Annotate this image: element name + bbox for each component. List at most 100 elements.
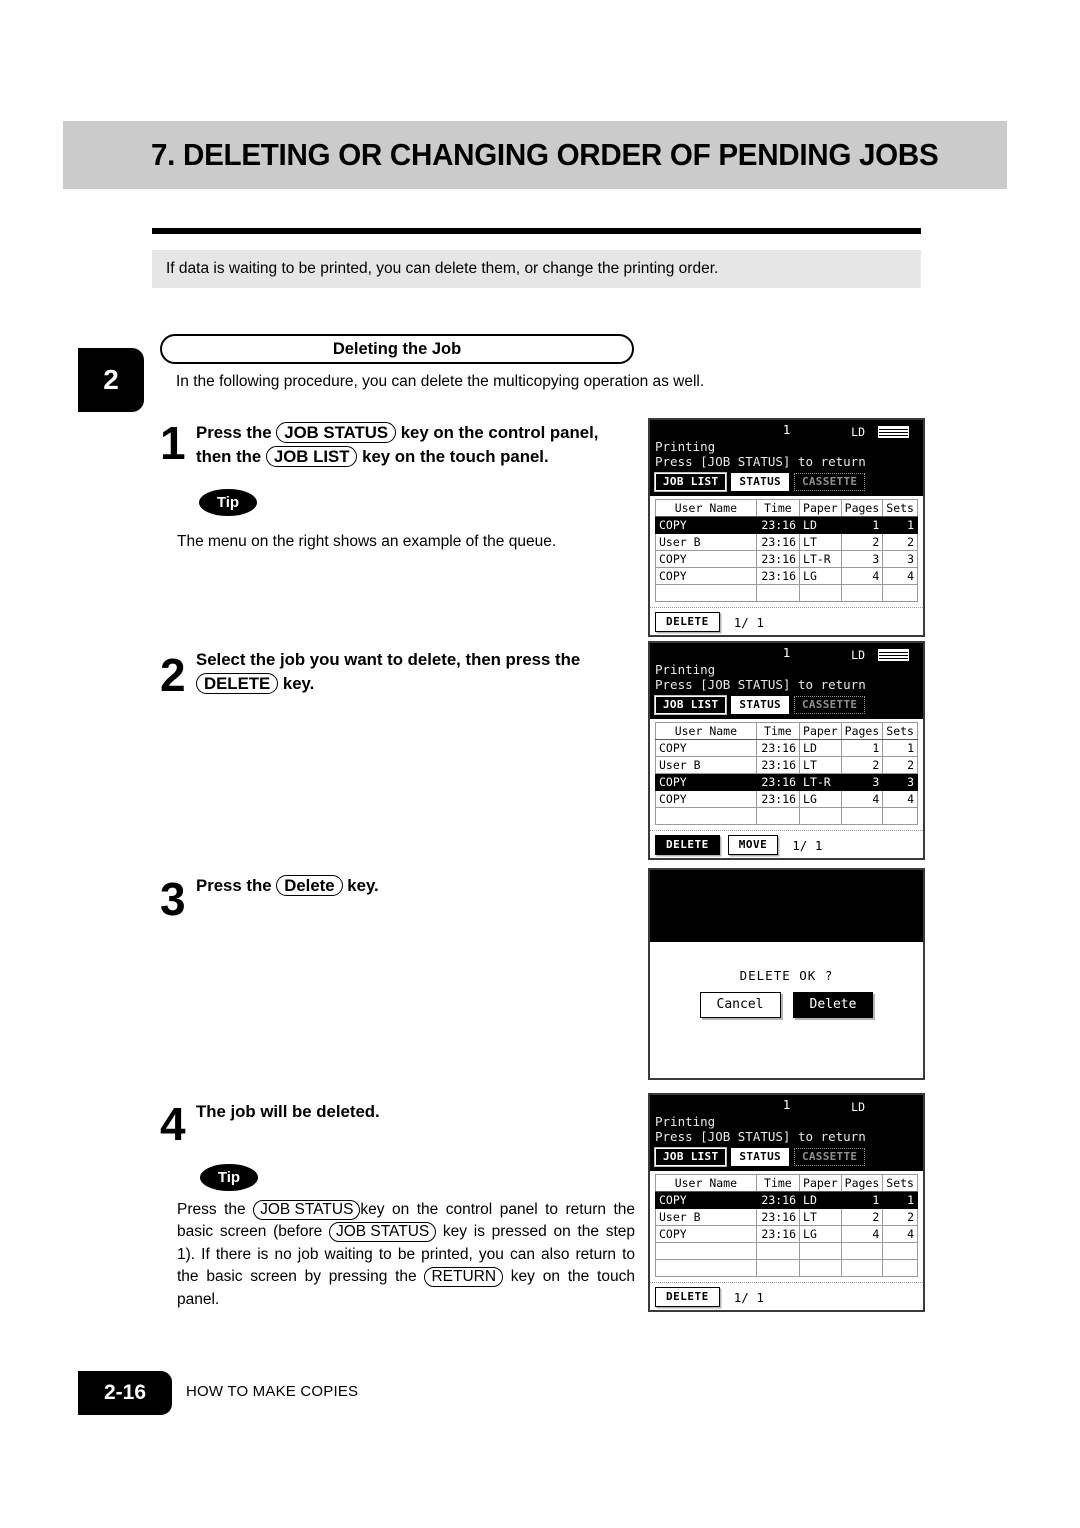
cell-user: COPY <box>655 773 757 792</box>
tab-job-list[interactable]: JOB LIST <box>655 695 727 715</box>
paper-size-label: LD <box>851 648 865 662</box>
tip-text-1: The menu on the right shows an example o… <box>177 533 557 550</box>
tab-status[interactable]: STATUS <box>731 695 789 715</box>
cell-user: User B <box>655 756 757 775</box>
job-status-keycap-3: JOB STATUS <box>328 1222 437 1243</box>
table-row[interactable]: COPY 23:16 LD 1 1 <box>655 739 918 758</box>
subsection-caption-label: Deleting the Job <box>332 339 462 358</box>
table-row[interactable]: COPY 23:16 LD 1 1 <box>655 1191 918 1210</box>
job-status-keycap: JOB STATUS <box>276 422 397 444</box>
lcd-footer-2: DELETE MOVE 1/ 1 <box>650 830 923 859</box>
tab-cassette[interactable]: CASSETTE <box>793 1147 866 1167</box>
subsection-caption: Deleting the Job <box>160 334 634 364</box>
step-1-before: Press the <box>196 423 277 442</box>
cell-pages: 2 <box>840 533 884 552</box>
delete-button[interactable]: DELETE <box>655 1287 720 1308</box>
cell-paper: LD <box>799 739 842 758</box>
step-3-after: key. <box>342 876 379 895</box>
col-paper: Paper <box>799 722 842 741</box>
step-1-line2-before: then the <box>196 446 266 466</box>
manual-page: 7. DELETING OR CHANGING ORDER OF PENDING… <box>0 0 1080 1528</box>
cell-sets: 4 <box>882 790 918 809</box>
page-indicator: 1 <box>782 1097 791 1112</box>
cell-pages: 4 <box>840 1225 884 1244</box>
table-row[interactable]: COPY 23:16 LT-R 3 3 <box>655 550 918 569</box>
tab-cassette[interactable]: CASSETTE <box>793 472 866 492</box>
job-table-4: User Name Time Paper Pages Sets COPY 23:… <box>655 1174 918 1278</box>
status-line: Printing <box>655 1114 716 1129</box>
table-row[interactable]: User B 23:16 LT 2 2 <box>655 533 918 552</box>
cell-pages: 2 <box>840 756 884 775</box>
tab-job-list[interactable]: JOB LIST <box>655 472 727 492</box>
job-status-keycap-2: JOB STATUS <box>253 1200 361 1220</box>
table-header-row: User Name Time Paper Pages Sets <box>655 499 918 518</box>
tip-badge-2-label: Tip <box>217 1169 241 1186</box>
step-4-number: 4 <box>160 1098 186 1150</box>
confirm-blank-header <box>650 870 923 942</box>
step-1-text: Press the JOB STATUS key on the control … <box>196 421 636 469</box>
cell-user: COPY <box>655 1191 757 1210</box>
tab-status[interactable]: STATUS <box>731 472 789 492</box>
lcd-panel-job-list-after-delete[interactable]: 1 LD Printing Press [JOB STATUS] to retu… <box>648 1093 925 1313</box>
step-1-number: 1 <box>160 417 186 469</box>
cancel-button[interactable]: Cancel <box>699 992 781 1018</box>
tab-status[interactable]: STATUS <box>731 1147 789 1167</box>
lcd-footer-4: DELETE 1/ 1 <box>650 1282 923 1311</box>
paper-size-label: LD <box>851 425 865 439</box>
table-row[interactable]: User B 23:16 LT 2 2 <box>655 756 918 775</box>
table-row-empty <box>655 1242 918 1261</box>
lcd-tab-row-4: JOB LIST STATUS CASSETTE <box>650 1145 923 1169</box>
col-time: Time <box>755 722 801 741</box>
lcd-panel-job-list-initial[interactable]: 1 LD Printing Press [JOB STATUS] to retu… <box>648 418 925 638</box>
return-hint-line: Press [JOB STATUS] to return <box>655 454 866 470</box>
status-line: Printing <box>655 662 716 677</box>
table-row[interactable]: COPY 23:16 LD 1 1 <box>655 516 918 535</box>
table-row-empty <box>655 584 918 603</box>
cell-sets: 4 <box>882 567 918 586</box>
lcd-tab-row-1: JOB LIST STATUS CASSETTE <box>650 470 923 494</box>
delete-button[interactable]: DELETE <box>655 612 720 633</box>
table-row[interactable]: COPY 23:16 LG 4 4 <box>655 567 918 586</box>
cell-user: COPY <box>655 550 757 569</box>
cell-paper: LG <box>799 567 842 586</box>
cell-user: COPY <box>655 790 757 809</box>
job-list-keycap: JOB LIST <box>265 445 358 468</box>
lcd-panel-delete-confirm[interactable]: DELETE OK ? Cancel Delete <box>648 868 925 1080</box>
tab-job-list[interactable]: JOB LIST <box>655 1147 727 1167</box>
delete-button[interactable]: DELETE <box>655 835 720 856</box>
move-button[interactable]: MOVE <box>727 835 779 856</box>
page-count: 1/ 1 <box>792 837 823 853</box>
tip-text-2: Press the JOB STATUS key on the control p… <box>177 1199 635 1311</box>
paper-stack-icon <box>878 426 909 438</box>
section-title-band: 7. DELETING OR CHANGING ORDER OF PENDING… <box>63 121 1007 189</box>
table-row[interactable]: COPY 23:16 LT-R 3 3 <box>655 773 918 792</box>
cell-sets: 1 <box>882 739 918 758</box>
cell-user: COPY <box>655 1225 757 1244</box>
subsection-lead: In the following procedure, you can dele… <box>176 373 705 390</box>
step-1-line2-after: key on the touch panel. <box>357 446 549 466</box>
col-user-name: User Name <box>655 499 757 518</box>
col-sets: Sets <box>882 1174 918 1193</box>
delete-button[interactable]: Delete <box>792 992 874 1018</box>
table-row[interactable]: COPY 23:16 LG 4 4 <box>655 790 918 809</box>
tab-cassette[interactable]: CASSETTE <box>793 695 866 715</box>
cell-pages: 1 <box>840 516 884 535</box>
cell-time: 23:16 <box>755 567 801 586</box>
col-pages: Pages <box>840 499 884 518</box>
footer-chapter-name: HOW TO MAKE COPIES <box>186 1383 359 1400</box>
table-row[interactable]: User B 23:16 LT 2 2 <box>655 1208 918 1227</box>
table-row[interactable]: COPY 23:16 LG 4 4 <box>655 1225 918 1244</box>
cell-time: 23:16 <box>755 1225 801 1244</box>
cell-time: 23:16 <box>755 1208 801 1227</box>
lcd-body-2: User Name Time Paper Pages Sets COPY 23:… <box>650 719 923 831</box>
cell-paper: LT <box>799 1208 842 1227</box>
step-4-text: The job will be deleted. <box>196 1102 380 1121</box>
lcd-panel-job-list-selected[interactable]: 1 LD Printing Press [JOB STATUS] to retu… <box>648 641 925 861</box>
cell-time: 23:16 <box>755 790 801 809</box>
cell-pages: 1 <box>840 1191 884 1210</box>
col-sets: Sets <box>882 722 918 741</box>
page-indicator: 1 <box>782 422 791 437</box>
step-3-number: 3 <box>160 873 186 925</box>
col-time: Time <box>755 499 801 518</box>
col-paper: Paper <box>799 1174 842 1193</box>
